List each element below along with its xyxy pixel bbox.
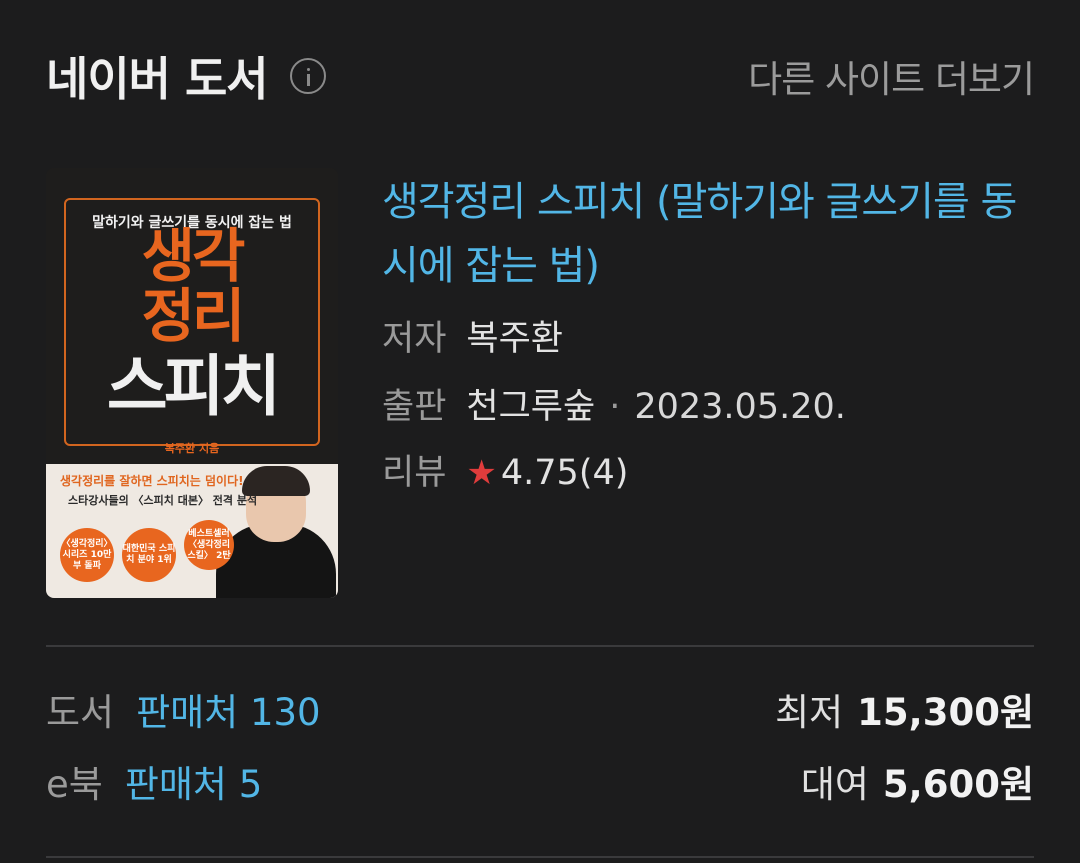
cover-subheadline: 스타강사들의 〈스피치 대본〉 전격 분석: [68, 494, 258, 507]
divider: [46, 645, 1034, 647]
info-icon[interactable]: [289, 58, 326, 94]
purchase-row-left: 도서 판매처 130: [46, 682, 321, 736]
divider: [46, 856, 1034, 858]
seller-count-link[interactable]: 판매처 130: [136, 682, 321, 736]
purchase-row-right: 대여 5,600원: [801, 754, 1034, 808]
review-row: 리뷰 ★ 4.75(4): [382, 452, 628, 494]
purchase-row-book: 도서 판매처 130 최저 15,300원: [46, 684, 1034, 734]
format-label: 도서: [46, 691, 115, 734]
cover-title-word2: 정리: [141, 282, 246, 350]
price-label: 대여: [800, 763, 869, 806]
cover-title-word1: 생각: [141, 222, 246, 290]
section-title: 네이버 도서: [46, 52, 269, 106]
publisher-row: 출판 천그루숲 · 2023.05.20.: [382, 386, 846, 428]
header: 네이버 도서 다른 사이트 더보기: [46, 43, 1035, 109]
author-label: 저자: [382, 319, 447, 359]
cover-title-line2: 스피치: [106, 348, 281, 425]
cover-badge: 베스트셀러 〈생각정리스킬〉 2탄: [184, 520, 234, 570]
purchase-row-ebook: e북 판매처 5 대여 5,600원: [46, 756, 1034, 806]
price-value: 5,600원: [882, 763, 1034, 806]
star-icon: ★: [466, 453, 497, 493]
more-sites-link[interactable]: 다른 사이트 더보기: [748, 49, 1035, 103]
price-label: 최저: [775, 691, 844, 734]
format-label: e북: [46, 763, 103, 806]
purchase-row-right: 최저 15,300원: [775, 682, 1034, 736]
cover-author: 복주환 지음: [164, 442, 220, 455]
review-label: 리뷰: [382, 453, 447, 493]
book-cover-image[interactable]: 말하기와 글쓰기를 동시에 잡는 법 생각 정리 스피치 복주환 지음 생각정리…: [46, 168, 338, 598]
publisher-label: 출판: [382, 387, 447, 427]
author-value: 복주환: [466, 319, 564, 359]
rating-value[interactable]: 4.75(4): [501, 452, 629, 494]
author-row: 저자 복주환: [382, 318, 563, 360]
cover-title-line1: 생각 정리: [46, 226, 338, 346]
separator-dot: ·: [609, 387, 621, 427]
cover-badge: 〈생각정리〉 시리즈 10만 부 돌파: [60, 528, 114, 582]
cover-bottom: 생각정리를 잘하면 스피치는 덤이다! 스타강사들의 〈스피치 대본〉 전격 분…: [46, 464, 338, 598]
header-left: 네이버 도서: [46, 43, 326, 109]
book-title-link[interactable]: 생각정리 스피치 (말하기와 글쓰기를 동시에 잡는 법): [382, 170, 1042, 298]
publish-date: 2023.05.20.: [634, 387, 846, 427]
publisher-value: 천그루숲: [466, 387, 596, 427]
purchase-row-left: e북 판매처 5: [46, 754, 262, 808]
cover-badge: 대한민국 스피치 분야 1위: [122, 528, 176, 582]
price-value: 15,300원: [857, 691, 1034, 734]
seller-count-link[interactable]: 판매처 5: [125, 754, 262, 808]
cover-headline: 생각정리를 잘하면 스피치는 덤이다!: [60, 474, 244, 488]
